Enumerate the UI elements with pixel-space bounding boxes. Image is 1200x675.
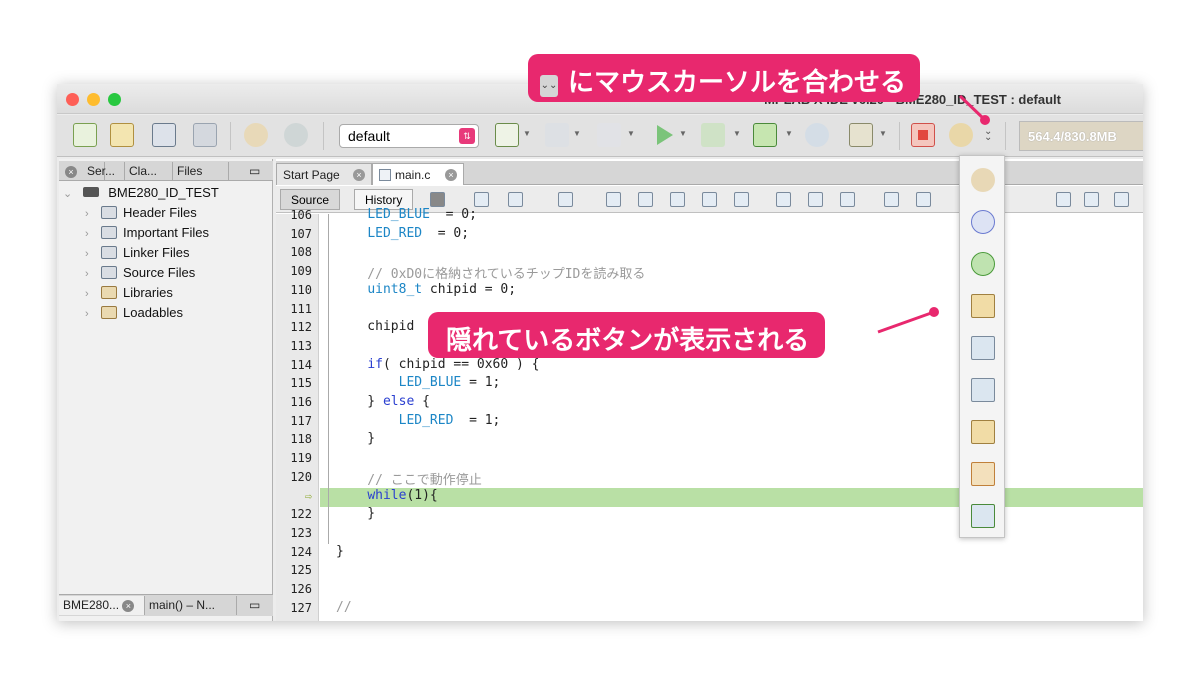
top-callout-text: にマウスカーソルを合わせる — [568, 67, 907, 97]
arrow-dot — [929, 307, 939, 317]
chevron-double-down-icon: ⌄⌄ — [540, 75, 558, 97]
arrow-line — [958, 94, 987, 122]
top-callout: ⌄⌄ にマウスカーソルを合わせる — [528, 54, 921, 102]
arrow-dot — [980, 115, 990, 125]
arrow-line — [877, 310, 935, 334]
middle-callout: 隠れているボタンが表示される — [428, 312, 826, 358]
middle-callout-text: 隠れているボタンが表示される — [446, 325, 810, 355]
